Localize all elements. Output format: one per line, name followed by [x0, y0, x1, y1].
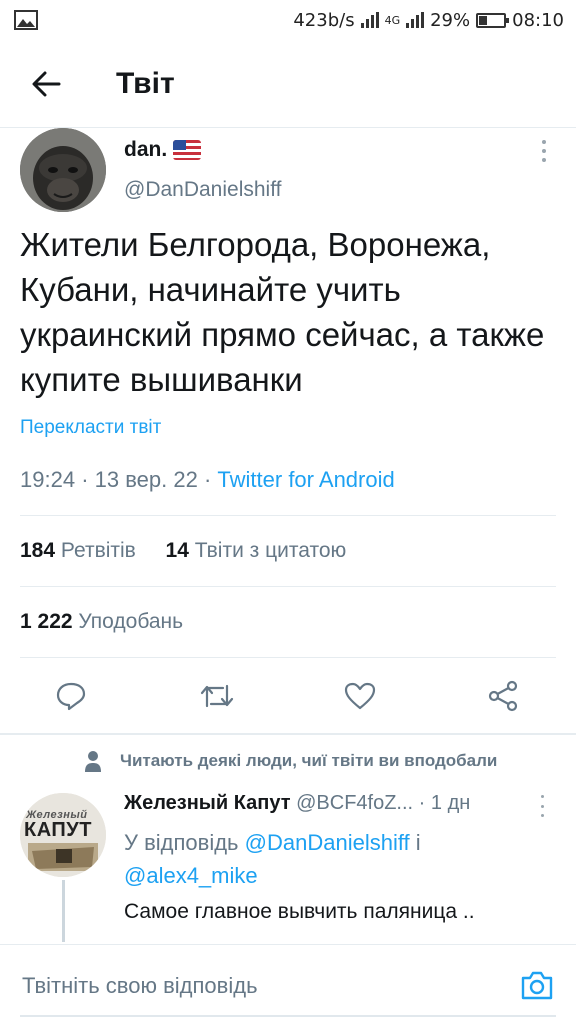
- dot-icon: [540, 804, 544, 808]
- author-name-text: dan.: [124, 138, 168, 161]
- clock: 08:10: [512, 9, 564, 31]
- network-type: 4G: [384, 13, 401, 27]
- author-avatar[interactable]: [20, 128, 106, 212]
- divider: [20, 657, 556, 658]
- retweets-count: 184: [20, 539, 56, 562]
- reply-to-user-link[interactable]: @DanDanielshiff: [245, 830, 410, 855]
- reply-icon: [56, 682, 86, 711]
- person-icon: [85, 751, 101, 772]
- dot-icon: [542, 149, 546, 153]
- reply-text: Самое главное вывчить паляница ..: [124, 900, 475, 923]
- tweet-actions: [0, 666, 576, 726]
- us-flag-icon: [173, 140, 202, 160]
- reply-header: Железный Капут @BCF4foZ... · 1 дн: [124, 792, 470, 815]
- author-handle[interactable]: @DanDanielshiff: [124, 178, 282, 202]
- tweet-meta: 19:24 · 13 вер. 22 · Twitter for Android: [20, 467, 395, 493]
- reply-to-joiner: і: [415, 830, 421, 855]
- page-title: Твіт: [116, 66, 175, 100]
- retweets-stat[interactable]: 184 Ретвітів: [20, 539, 136, 562]
- battery-icon: [476, 12, 510, 28]
- dot-icon: [542, 140, 546, 144]
- retweet-stats: 184 Ретвітів 14 Твіти з цитатою: [20, 539, 346, 563]
- translate-tweet-link[interactable]: Перекласти твіт: [20, 417, 161, 439]
- dot-icon: [540, 795, 544, 798]
- retweet-icon: [200, 684, 234, 708]
- tweet-source-link[interactable]: Twitter for Android: [217, 467, 394, 492]
- reply-to-user-link[interactable]: @alex4_mike: [124, 863, 258, 888]
- reply-more-options-button[interactable]: [538, 795, 546, 817]
- dot-icon: [540, 814, 544, 817]
- social-context-text: Читають деякі люди, чиї твіти ви вподоба…: [120, 751, 498, 770]
- signal-icon: [360, 12, 379, 28]
- divider: [20, 515, 556, 516]
- image-notification-icon: [14, 10, 38, 30]
- tweet-time: 19:24: [20, 467, 76, 492]
- reply-button[interactable]: [49, 674, 93, 718]
- retweet-button[interactable]: [195, 674, 239, 718]
- back-button[interactable]: [18, 56, 74, 112]
- divider: [20, 586, 556, 587]
- share-button[interactable]: [481, 674, 525, 718]
- quotes-label: Твіти з цитатою: [194, 539, 347, 562]
- reply-age: 1 дн: [430, 792, 471, 814]
- heart-icon: [344, 682, 376, 710]
- avatar-logo-line2: КАПУТ: [24, 819, 92, 841]
- author-name[interactable]: dan.: [124, 138, 202, 162]
- likes-stat[interactable]: 1 222 Уподобань: [20, 610, 183, 634]
- share-icon: [488, 680, 518, 712]
- meta-separator: ·: [81, 467, 95, 492]
- quotes-stat[interactable]: 14 Твіти з цитатою: [166, 539, 347, 562]
- status-bar: 423b/s 4G 29% 08:10: [0, 0, 576, 40]
- reply-author-handle[interactable]: @BCF4foZ...: [296, 792, 413, 814]
- retweets-label: Ретвітів: [60, 539, 136, 562]
- tweet-date: 13 вер. 22: [94, 467, 198, 492]
- likes-count: 1 222: [20, 610, 73, 633]
- reply-author-name[interactable]: Железный Капут: [124, 792, 291, 814]
- social-context: Читають деякі люди, чиї твіти ви вподоба…: [84, 750, 497, 772]
- camera-icon: [521, 971, 553, 1000]
- app-bar: Твіт: [0, 40, 576, 128]
- battery-percent: 29%: [430, 9, 471, 31]
- signal-4g-icon: [406, 12, 425, 28]
- dot-icon: [542, 158, 546, 162]
- camera-button[interactable]: [518, 967, 556, 1003]
- thread-line: [62, 880, 65, 942]
- meta-separator: ·: [203, 467, 218, 492]
- quotes-count: 14: [165, 539, 189, 562]
- reply-author-avatar[interactable]: Железный КАПУТ: [20, 793, 106, 877]
- likes-label: Уподобань: [78, 610, 184, 633]
- compose-bar: Твітніть свою відповідь: [0, 944, 576, 1024]
- input-underline: [20, 1015, 556, 1017]
- network-speed: 423b/s: [293, 9, 355, 31]
- reply-to-prefix: У відповідь: [124, 830, 239, 855]
- arrow-left-icon: [32, 71, 61, 96]
- more-options-button[interactable]: [532, 138, 556, 164]
- section-divider: [0, 733, 576, 735]
- like-button[interactable]: [338, 674, 382, 718]
- meta-separator: ·: [418, 792, 431, 814]
- reply-context: У відповідь @DanDanielshiff і @alex4_mik…: [124, 826, 544, 892]
- reply-input[interactable]: Твітніть свою відповідь: [22, 973, 258, 999]
- tweet-text: Жители Белгорода, Воронежа, Кубани, начи…: [20, 226, 545, 398]
